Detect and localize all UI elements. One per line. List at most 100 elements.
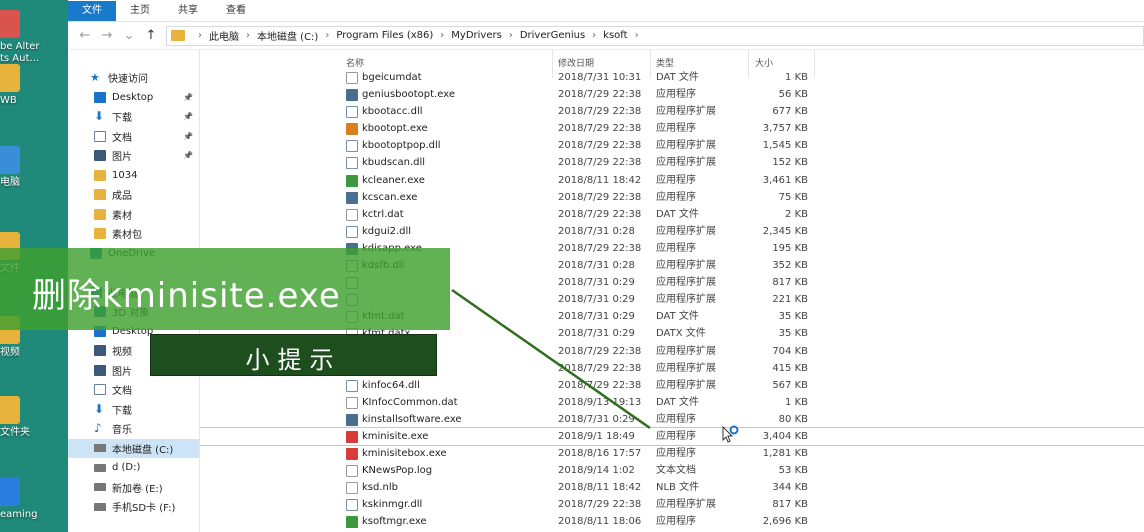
file-type: 应用程序 xyxy=(656,516,696,528)
column-header-size[interactable]: 大小 xyxy=(755,56,773,69)
desktop-icon[interactable]: 电脑 xyxy=(0,146,68,189)
file-row[interactable]: kminisitebox.exe 2018/8/16 17:57 应用程序 1,281… xyxy=(200,445,1144,462)
file-row[interactable]: ksd.nlb 2018/8/11 18:42 NLB 文件 344 KB xyxy=(200,479,1144,496)
tab-home[interactable]: 主页 xyxy=(116,1,164,21)
pictures-icon xyxy=(94,150,106,162)
nav-item[interactable]: 新加卷 (E:) xyxy=(68,478,199,498)
recent-locations-icon[interactable]: ⌄ xyxy=(118,28,140,43)
file-row[interactable]: kdgui2.dll 2018/7/31 0:28 应用程序扩展 2,345 KB xyxy=(200,223,1144,240)
nav-item[interactable]: 1034 xyxy=(68,166,199,186)
file-row[interactable]: bgeicumdat 2018/7/31 10:31 DAT 文件 1 KB xyxy=(200,69,1144,86)
file-row[interactable]: kinfoc64.dll 2018/7/29 22:38 应用程序扩展 567 KB xyxy=(200,377,1144,394)
breadcrumb-item[interactable]: ksoft xyxy=(603,30,627,41)
desktop-icon[interactable]: be Alter ts Aut... xyxy=(0,10,68,65)
file-size: 3,461 KB xyxy=(762,174,808,186)
file-row[interactable]: ksoftmgr.exe 2018/8/11 18:06 应用程序 2,696 KB xyxy=(200,513,1144,530)
nav-item[interactable]: ⬇ 下载 📌 xyxy=(68,107,199,127)
column-header-name[interactable]: 名称 xyxy=(346,56,364,69)
drive-icon xyxy=(94,444,106,453)
file-type-icon xyxy=(346,106,358,119)
file-type: 应用程序扩展 xyxy=(656,260,716,272)
desktop-icon[interactable]: 文件夹 xyxy=(0,396,68,439)
file-row[interactable]: kbootoptpop.dll 2018/7/29 22:38 应用程序扩展 1,54… xyxy=(200,137,1144,154)
star-icon: ★ xyxy=(90,71,100,85)
nav-item[interactable]: 素材 xyxy=(68,205,199,225)
drive-icon xyxy=(94,502,106,511)
breadcrumb-item[interactable]: 本地磁盘 (C:) xyxy=(257,28,318,43)
file-row[interactable]: kbudscan.dll 2018/7/29 22:38 应用程序扩展 152 KB xyxy=(200,154,1144,171)
nav-item[interactable]: ★ 快速访问 xyxy=(68,68,199,88)
chevron-right-icon[interactable]: › xyxy=(440,30,444,41)
nav-item-label: Desktop xyxy=(112,91,154,103)
file-row[interactable]: KInfocCommon.dat 2018/9/13 19:13 DAT 文件 1 K… xyxy=(200,394,1144,411)
file-type: 应用程序 xyxy=(656,174,696,186)
file-name: kdgui2.dll xyxy=(362,225,412,237)
nav-item[interactable]: Desktop 📌 xyxy=(68,88,199,108)
nav-item[interactable]: 成品 xyxy=(68,185,199,205)
chevron-right-icon[interactable]: › xyxy=(198,30,202,41)
file-size: 1 KB xyxy=(785,396,808,408)
breadcrumb[interactable]: › 此电脑 › 本地磁盘 (C:) › Program Files (x86) › MyDri… xyxy=(166,25,1144,46)
file-type-icon xyxy=(346,499,358,512)
breadcrumb-item[interactable]: Program Files (x86) xyxy=(336,30,433,41)
file-row[interactable]: kskinmgr.dll 2018/7/29 22:38 应用程序扩展 817 KB xyxy=(200,496,1144,513)
file-modified-date: 2018/9/1 18:49 xyxy=(558,430,635,442)
nav-item[interactable]: ⬇ 下载 xyxy=(68,400,199,420)
up-icon[interactable]: ↑ xyxy=(140,28,162,43)
file-row[interactable]: kbootacc.dll 2018/7/29 22:38 应用程序扩展 677 KB xyxy=(200,103,1144,120)
pin-icon[interactable]: 📌 xyxy=(183,151,193,160)
pin-icon[interactable]: 📌 xyxy=(183,93,193,102)
busy-cursor-icon xyxy=(722,425,739,443)
file-modified-date: 2018/7/29 22:38 xyxy=(558,191,642,203)
tab-view[interactable]: 查看 xyxy=(212,1,260,21)
file-row[interactable]: kcleaner.exe 2018/8/11 18:42 应用程序 3,461 KB xyxy=(200,172,1144,189)
file-type: 应用程序扩展 xyxy=(656,106,716,118)
tab-file[interactable]: 文件 xyxy=(68,1,116,21)
nav-item[interactable]: 本地磁盘 (C:) xyxy=(68,438,199,458)
file-row[interactable]: kminisite.exe 2018/9/1 18:49 应用程序 3,404 KB xyxy=(200,426,1144,447)
file-type: 应用程序扩展 xyxy=(656,277,716,289)
nav-item[interactable]: 素材包 xyxy=(68,224,199,244)
file-row[interactable]: kcscan.exe 2018/7/29 22:38 应用程序 75 KB xyxy=(200,189,1144,206)
breadcrumb-item[interactable]: 此电脑 xyxy=(209,28,239,43)
nav-item[interactable]: ♪ 音乐 xyxy=(68,419,199,439)
chevron-right-icon[interactable]: › xyxy=(592,30,596,41)
pin-icon[interactable]: 📌 xyxy=(183,132,193,141)
file-row[interactable]: kinstallsoftware.exe 2018/7/31 0:29 应用程序 80… xyxy=(200,411,1144,428)
file-type: DAT 文件 xyxy=(656,208,699,220)
nav-item[interactable]: 手机SD卡 (F:) xyxy=(68,497,199,517)
file-row[interactable]: kctrl.dat 2018/7/29 22:38 DAT 文件 2 KB xyxy=(200,206,1144,223)
column-header-type[interactable]: 类型 xyxy=(656,56,674,69)
chevron-right-icon[interactable]: › xyxy=(509,30,513,41)
hint-label-box: 小提示 xyxy=(150,334,437,376)
pin-icon[interactable]: 📌 xyxy=(183,112,193,121)
file-type-icon xyxy=(346,430,358,443)
nav-item[interactable]: 图片 📌 xyxy=(68,146,199,166)
chevron-right-icon[interactable]: › xyxy=(246,30,250,41)
nav-item[interactable]: 文档 📌 xyxy=(68,127,199,147)
nav-item[interactable]: d (D:) xyxy=(68,458,199,478)
tab-share[interactable]: 共享 xyxy=(164,1,212,21)
breadcrumb-item[interactable]: DriverGenius xyxy=(520,30,585,41)
forward-icon[interactable]: → xyxy=(96,28,118,43)
chevron-right-icon[interactable]: › xyxy=(325,30,329,41)
file-name: kinfoc64.dll xyxy=(362,379,420,391)
file-modified-date: 2018/7/31 0:29 xyxy=(558,328,635,340)
chevron-right-icon[interactable]: › xyxy=(635,30,639,41)
nav-item[interactable]: 文档 xyxy=(68,380,199,400)
file-row[interactable]: kbootopt.exe 2018/7/29 22:38 应用程序 3,757 KB xyxy=(200,120,1144,137)
file-type: 应用程序扩展 xyxy=(656,499,716,511)
file-name: KNewsPop.log xyxy=(362,465,433,477)
column-header-date[interactable]: 修改日期 xyxy=(558,56,594,69)
desktop-icon[interactable]: WB xyxy=(0,64,68,107)
nav-item-label: 1034 xyxy=(112,169,138,181)
file-modified-date: 2018/7/29 22:38 xyxy=(558,106,642,118)
file-modified-date: 2018/8/11 18:42 xyxy=(558,174,642,186)
file-name: KInfocCommon.dat xyxy=(362,396,458,408)
desktop-icon[interactable]: eaming xyxy=(0,478,68,521)
breadcrumb-item[interactable]: MyDrivers xyxy=(451,30,502,41)
file-size: 2,696 KB xyxy=(762,516,808,528)
back-icon[interactable]: ← xyxy=(74,28,96,43)
file-row[interactable]: geniusbootopt.exe 2018/7/29 22:38 应用程序 56 K… xyxy=(200,86,1144,103)
file-row[interactable]: KNewsPop.log 2018/9/14 1:02 文本文档 53 KB xyxy=(200,462,1144,479)
